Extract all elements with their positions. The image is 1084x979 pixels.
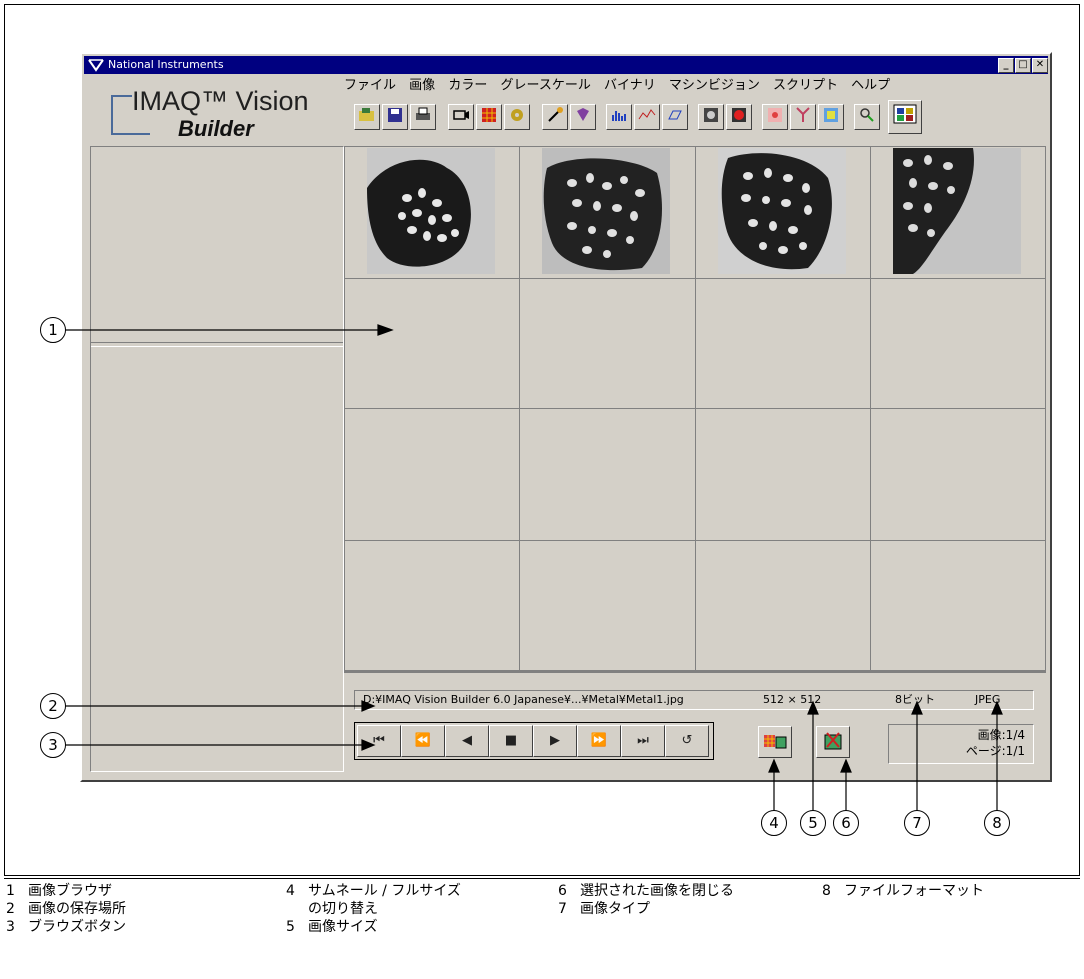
legend-item: 1 画像ブラウザ: [6, 883, 112, 899]
callout-1: 1: [40, 317, 66, 343]
legend-item: 5 画像サイズ: [286, 919, 378, 935]
legend-item: 3 ブラウズボタン: [6, 919, 126, 935]
callout-lines: [65, 324, 1003, 812]
legend-item: 2 画像の保存場所: [6, 901, 126, 917]
legend-item: 7 画像タイプ: [558, 901, 650, 917]
callout-4: 4: [761, 810, 787, 836]
legend-item: 6 選択された画像を閉じる: [558, 883, 734, 899]
callout-6: 6: [833, 810, 859, 836]
callout-3: 3: [40, 732, 66, 758]
callout-5: 5: [800, 810, 826, 836]
legend-item: 8 ファイルフォーマット: [822, 883, 984, 899]
legend: 1 画像ブラウザ 2 画像の保存場所 3 ブラウズボタン 4 サムネール / フルサイズ…: [4, 878, 1080, 976]
legend-item: の切り替え: [308, 901, 378, 917]
callout-2: 2: [40, 693, 66, 719]
legend-item: 4 サムネール / フルサイズ: [286, 883, 461, 899]
callout-7: 7: [904, 810, 930, 836]
callout-8: 8: [984, 810, 1010, 836]
